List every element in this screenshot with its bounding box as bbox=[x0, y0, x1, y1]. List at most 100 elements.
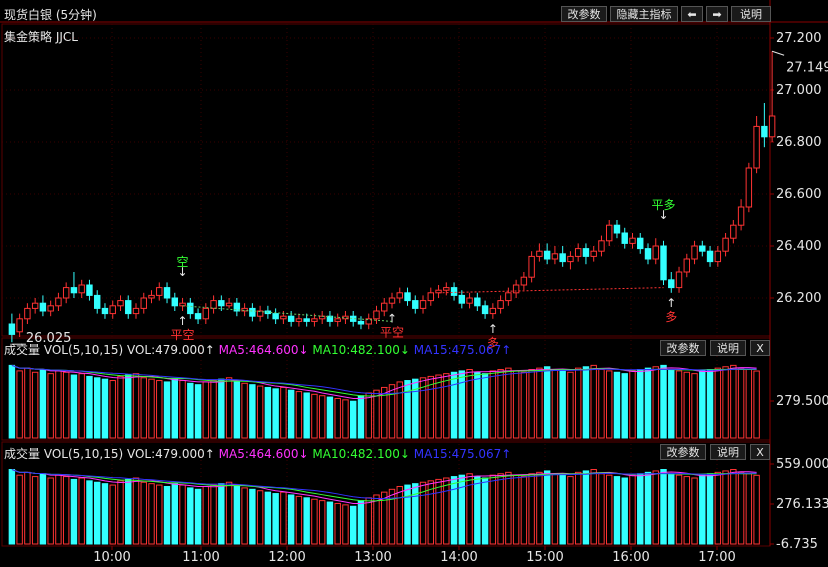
candle-body bbox=[450, 287, 458, 296]
volume-bar bbox=[8, 364, 16, 439]
volume-bar bbox=[714, 367, 722, 439]
candle-body bbox=[497, 300, 504, 309]
vol2-close-button[interactable]: X bbox=[750, 444, 770, 460]
candle-body bbox=[598, 240, 605, 252]
volume-bar bbox=[629, 370, 636, 439]
volume-bar bbox=[101, 378, 109, 439]
volume-bar bbox=[373, 494, 380, 545]
candle-body bbox=[412, 300, 419, 309]
volume-bar bbox=[47, 373, 54, 439]
volume-bar bbox=[737, 471, 745, 545]
help-button[interactable]: 说明 bbox=[731, 6, 771, 22]
candle-body bbox=[218, 300, 225, 307]
candle-body bbox=[156, 287, 163, 296]
volume-bar bbox=[311, 393, 318, 439]
candle-body bbox=[101, 307, 109, 315]
volume-bar bbox=[342, 504, 349, 545]
hide-main-indicator-button[interactable]: 隐藏主指标 bbox=[610, 6, 678, 22]
volume-bar bbox=[714, 471, 722, 545]
signal-label: 多 bbox=[665, 310, 677, 324]
volume-bar bbox=[520, 476, 528, 545]
volume-bar bbox=[295, 495, 303, 545]
volume-bar bbox=[621, 373, 628, 439]
volume-bar bbox=[326, 501, 334, 545]
volume-bar bbox=[699, 370, 706, 439]
vol1-close-button[interactable]: X bbox=[750, 340, 770, 356]
volume-bar bbox=[93, 481, 101, 545]
volume-bar bbox=[78, 373, 85, 439]
y-tick-label: 27.200 bbox=[776, 31, 822, 46]
vol2-help-button[interactable]: 说明 bbox=[710, 444, 746, 460]
volume-bar bbox=[241, 382, 248, 439]
volume-bar bbox=[78, 477, 85, 545]
candle-body bbox=[768, 115, 776, 138]
candle-body bbox=[683, 258, 691, 273]
vol1-help-button[interactable]: 说明 bbox=[710, 340, 746, 356]
volume-bar bbox=[210, 484, 217, 545]
candle-body bbox=[745, 167, 753, 208]
volume-bar bbox=[39, 369, 47, 439]
volume-bar bbox=[93, 377, 101, 439]
vol-y-tick-label: 559.000 bbox=[776, 457, 828, 472]
signal-arrow: ↑ bbox=[666, 296, 676, 310]
vol-value: VOL:479.000↑ bbox=[126, 447, 215, 461]
arrow-left-icon[interactable]: ⬅ bbox=[681, 6, 703, 22]
volume-bar bbox=[187, 382, 194, 439]
signal-label: 平空 bbox=[171, 328, 195, 342]
volume-bar bbox=[520, 371, 528, 439]
arrow-right-icon[interactable]: ➡ bbox=[706, 6, 728, 22]
volume-bar bbox=[249, 488, 256, 545]
volume-bar bbox=[163, 485, 171, 545]
volume-bar bbox=[39, 473, 47, 545]
volume-bar bbox=[8, 469, 16, 545]
volume-bar bbox=[528, 369, 535, 439]
volume-bar bbox=[722, 470, 729, 545]
candle-body bbox=[280, 315, 287, 320]
vol2-change-params-button[interactable]: 改参数 bbox=[660, 444, 706, 460]
chart-window: 10:00 11:00 12:00 13:00 14:00 15:00 16:00 17:00… bbox=[0, 0, 828, 567]
volume-bar bbox=[404, 380, 411, 439]
volume-bar bbox=[62, 371, 70, 439]
volume-bar bbox=[582, 366, 590, 439]
volume-bar bbox=[280, 491, 287, 545]
long-position-line bbox=[438, 287, 664, 294]
volume-bar bbox=[303, 497, 310, 545]
candle-body bbox=[737, 206, 745, 226]
candle-body bbox=[287, 315, 295, 322]
candle-body bbox=[590, 250, 597, 257]
candle-body bbox=[39, 302, 47, 312]
volume-bar bbox=[505, 367, 512, 439]
volume-bar bbox=[47, 477, 54, 545]
volume-bar bbox=[86, 480, 93, 545]
volume-bar bbox=[241, 487, 248, 545]
signal-label: 空 bbox=[177, 255, 189, 269]
volume-bar bbox=[536, 471, 543, 545]
volume-bar bbox=[582, 470, 590, 545]
volume-bar bbox=[256, 490, 264, 545]
vol-value: VOL:479.000↑ bbox=[126, 343, 215, 357]
change-params-button[interactable]: 改参数 bbox=[561, 6, 607, 22]
candle-body bbox=[474, 297, 481, 307]
candle-body bbox=[404, 292, 411, 302]
volume-bar bbox=[225, 377, 233, 439]
volume-bar bbox=[660, 364, 667, 439]
volume-bar bbox=[194, 384, 202, 439]
volume-bar bbox=[443, 373, 450, 439]
volume-bar bbox=[652, 366, 659, 439]
vol-y-tick-label: -6.735 bbox=[776, 537, 818, 552]
candle-body bbox=[16, 318, 23, 333]
volume-bar bbox=[357, 500, 365, 545]
volume-bar bbox=[675, 370, 683, 439]
candle-body bbox=[24, 307, 31, 320]
signal-label: 平多 bbox=[652, 198, 676, 212]
candle-body bbox=[551, 253, 559, 260]
volume-bar bbox=[512, 370, 520, 439]
volume-bar bbox=[326, 396, 334, 439]
volume-bar bbox=[163, 381, 171, 439]
candle-body bbox=[761, 125, 768, 138]
volume-bar bbox=[683, 371, 691, 439]
candle-body bbox=[714, 250, 722, 263]
volume-bar bbox=[536, 367, 543, 439]
vol1-change-params-button[interactable]: 改参数 bbox=[660, 340, 706, 356]
volume-bar bbox=[512, 474, 520, 545]
